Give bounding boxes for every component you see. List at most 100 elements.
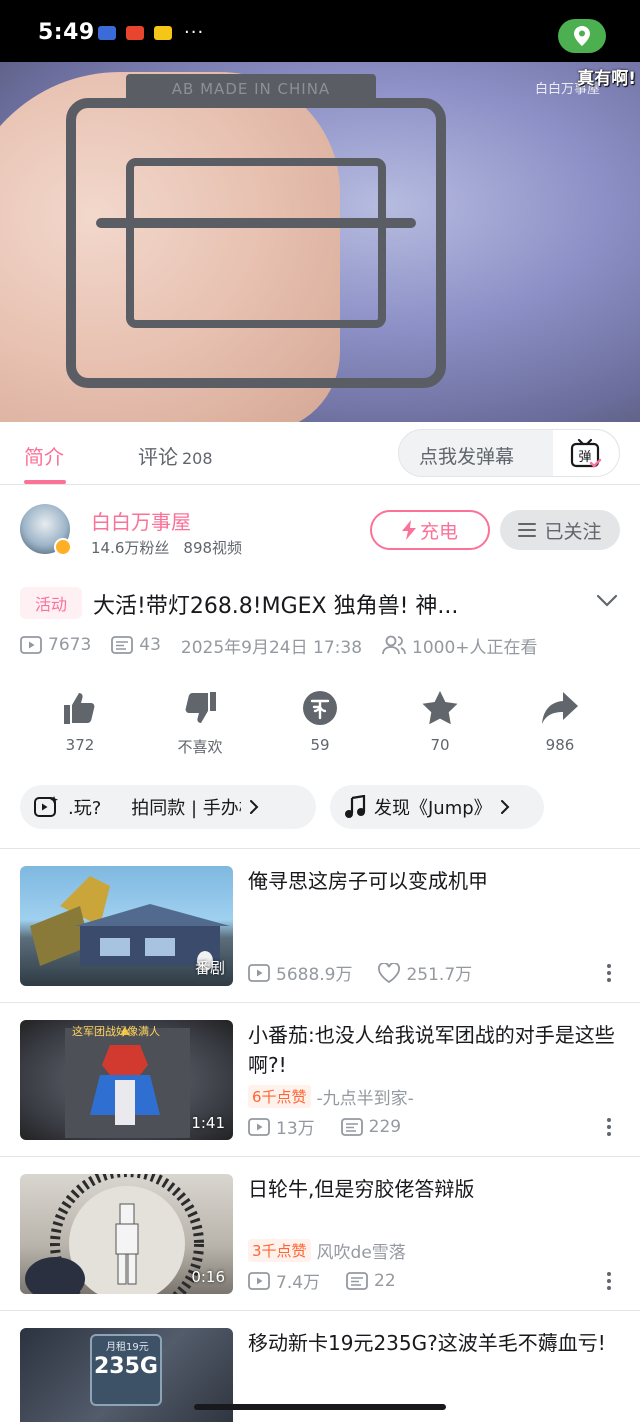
chip-music-label: 发现《Jump》 (374, 798, 492, 819)
more-options-icon[interactable] (606, 964, 612, 982)
danmaku-count: 43 (139, 635, 161, 655)
chip-music[interactable]: 发现《Jump》 (330, 785, 544, 829)
rec-meta: 13万 229 (248, 1114, 401, 1139)
more-options-icon[interactable] (606, 1272, 612, 1290)
danmaku-icon: 弹 (570, 438, 602, 468)
tab-intro[interactable]: 简介 (24, 441, 64, 470)
danmaku-placeholder: 点我发弹幕 (419, 446, 515, 468)
app-notification-icon (98, 26, 116, 40)
charge-button[interactable]: 充电 (370, 510, 490, 550)
video-edit-icon (34, 796, 58, 817)
lightning-icon (401, 520, 416, 540)
rec-danmaku: 229 (368, 1116, 402, 1137)
status-bar: 5:49 ··· (0, 0, 640, 62)
uploader-stats: 14.6万粉丝 898视频 (91, 537, 242, 558)
list-item[interactable]: 番剧 俺寻思这房子可以变成机甲 5688.9万 251.7万 (0, 866, 640, 1006)
rec-plays: 13万 (276, 1119, 315, 1139)
title-row[interactable]: 活动 大活!带灯268.8!MGEX 独角兽! 神... (0, 582, 640, 626)
rec-plays: 7.4万 (276, 1273, 321, 1293)
danmaku-count-icon (340, 1117, 363, 1136)
uploader-row: 白白万事屋 14.6万粉丝 898视频 充电 已关注 (0, 495, 640, 571)
chip-shoot-label: 拍同款 | 手办模玩 (131, 798, 241, 819)
rec-title: 俺寻思这房子可以变成机甲 (248, 869, 488, 893)
coin-count: 59 (310, 736, 330, 754)
video-count: 898视频 (183, 539, 243, 557)
list-divider (0, 1310, 640, 1311)
play-count: 7673 (48, 635, 92, 655)
chip-play-label: .玩? (68, 798, 102, 819)
app-notification-icon (126, 26, 144, 40)
likes-badge: 6千点赞 (248, 1085, 311, 1108)
publish-date: 2025年9月24日 17:38 (180, 637, 363, 658)
rec-danmaku: 22 (374, 1270, 396, 1291)
thumbs-down-icon (185, 692, 216, 723)
share-button[interactable]: 986 (510, 688, 610, 754)
share-count: 986 (545, 736, 575, 754)
like-count: 372 (65, 736, 95, 754)
follow-label: 已关注 (544, 520, 602, 543)
rec-title: 移动新卡19元235G?这波羊毛不薅血亏! (248, 1331, 606, 1355)
favorite-button[interactable]: 70 (390, 688, 490, 754)
favorite-count: 70 (430, 736, 450, 754)
play-count-icon (20, 636, 42, 654)
video-thumbnail: 这军团战好像满人 1:41 (20, 1020, 233, 1140)
app-notification-icon (154, 26, 172, 40)
play-count-icon (248, 1271, 270, 1290)
list-item[interactable]: 这军团战好像满人 1:41 小番茄:也没人给我说军团战的对手是这些啊?! 6千点… (0, 1020, 640, 1160)
coin-button[interactable]: 59 (270, 688, 370, 754)
video-meta: 7673 43 2025年9月24日 17:38 1000+人正在看 (20, 632, 538, 658)
watching-now: 1000+人正在看 (412, 637, 538, 658)
thumbs-up-icon (64, 693, 95, 724)
more-notifications-icon: ··· (184, 22, 205, 43)
danmaku-toggle-button[interactable]: 弹 (553, 430, 619, 476)
chip-shoot-same[interactable]: .玩? 拍同款 | 手办模玩 (20, 785, 316, 829)
verified-badge-icon (54, 538, 72, 556)
thumb-text: 235G (94, 1354, 158, 1379)
dislike-button[interactable]: 不喜欢 (150, 688, 250, 757)
tab-comments[interactable]: 评论 208 (138, 441, 213, 470)
rec-meta: 7.4万 22 (248, 1268, 396, 1293)
chevron-down-icon[interactable] (596, 594, 618, 608)
svg-text:弹: 弹 (578, 450, 591, 465)
more-options-icon[interactable] (606, 1118, 612, 1136)
list-item[interactable]: 0:16 日轮牛,但是穷胶佬答辩版 3千点赞 风吹de雪落 7.4万 22 (0, 1174, 640, 1314)
chevron-right-icon (250, 800, 259, 814)
clock: 5:49 (38, 20, 95, 45)
rec-plays: 5688.9万 (276, 965, 353, 985)
viewers-icon (382, 635, 406, 655)
rec-meta: 5688.9万 251.7万 (248, 960, 472, 985)
rec-author-row: 6千点赞 -九点半到家- (248, 1084, 414, 1109)
rec-author: 风吹de雪落 (316, 1243, 406, 1263)
home-indicator[interactable] (194, 1404, 446, 1410)
video-frame-runner: AB MADE IN CHINA (66, 74, 446, 388)
danmaku-comment: 真有啊! (577, 69, 636, 89)
notification-icons: ··· (98, 22, 205, 43)
uploader-name[interactable]: 白白万事屋 (91, 506, 191, 535)
action-bar: 372 不喜欢 59 70 986 (0, 688, 640, 760)
video-title: 大活!带灯268.8!MGEX 独角兽! 神... (93, 594, 459, 619)
tab-comments-label: 评论 (138, 445, 178, 469)
video-player[interactable]: AB MADE IN CHINA 白白万事屋 真有啊! (0, 62, 640, 422)
danmaku-input[interactable]: 点我发弹幕 弹 (398, 429, 620, 477)
list-divider (0, 1002, 640, 1003)
video-thumbnail: 0:16 (20, 1174, 233, 1294)
charge-label: 充电 (419, 520, 458, 543)
video-thumbnail: 番剧 (20, 866, 233, 986)
follow-button[interactable]: 已关注 (500, 510, 620, 550)
music-note-icon (345, 795, 366, 818)
rec-title: 日轮牛,但是穷胶佬答辩版 (248, 1177, 475, 1201)
section-divider (0, 848, 640, 849)
duration: 1:41 (191, 1114, 225, 1132)
likes-badge: 3千点赞 (248, 1239, 311, 1262)
tab-active-indicator (24, 480, 66, 484)
pgc-badge: 番剧 (194, 959, 225, 977)
location-indicator (558, 19, 606, 53)
rec-author: -九点半到家- (316, 1089, 414, 1109)
activity-tag[interactable]: 活动 (20, 587, 82, 619)
rec-likes: 251.7万 (406, 965, 473, 985)
play-count-icon (248, 963, 270, 982)
heart-icon (378, 962, 401, 983)
coin-icon (303, 691, 337, 725)
like-button[interactable]: 372 (30, 688, 130, 754)
runner-label: AB MADE IN CHINA (126, 74, 376, 104)
